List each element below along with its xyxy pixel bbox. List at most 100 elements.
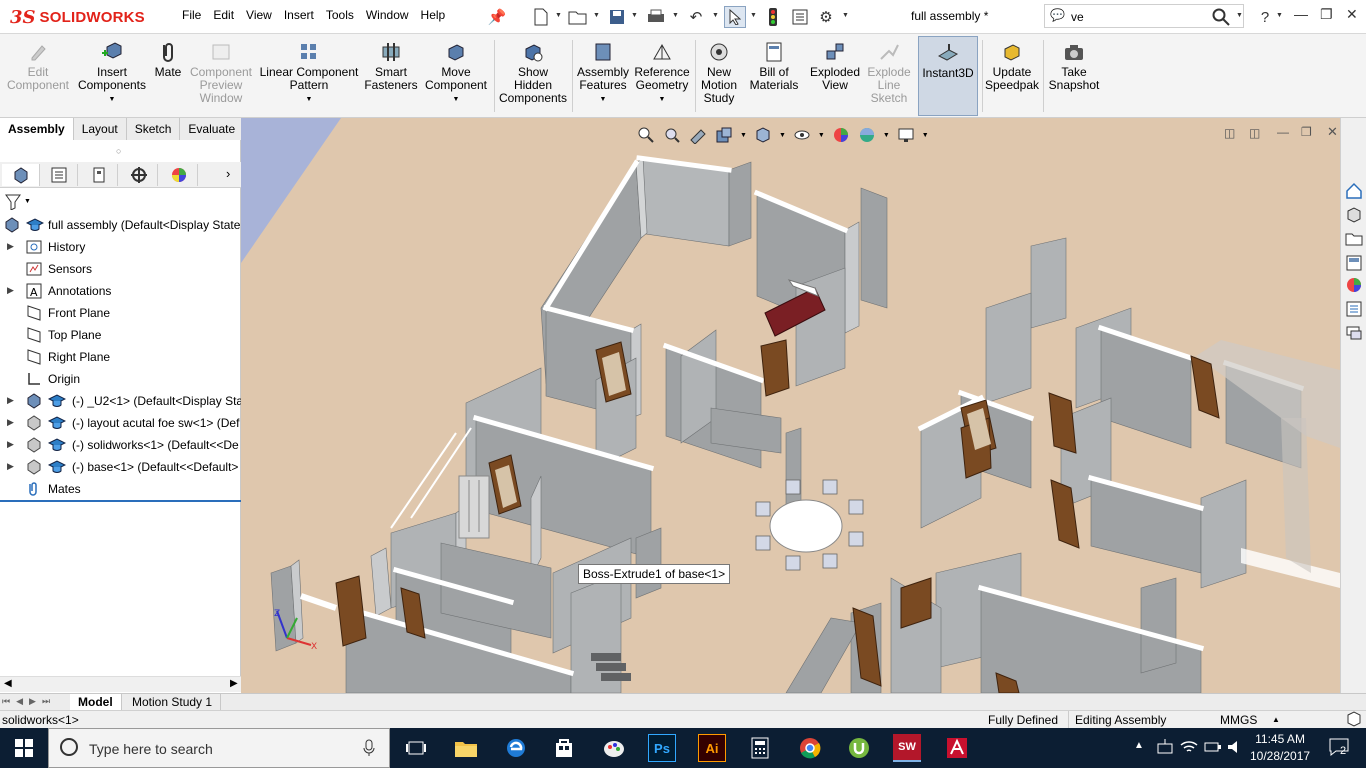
menu-help[interactable]: Help	[415, 8, 452, 22]
solidworks-resources-home-icon[interactable]	[1343, 180, 1365, 202]
tab-assembly[interactable]: Assembly	[0, 118, 74, 140]
chevron-right-icon[interactable]: ›	[226, 166, 230, 181]
edit-appearance-icon[interactable]	[831, 125, 851, 145]
view-settings-monitor-icon[interactable]	[896, 125, 916, 145]
next-tab-icon[interactable]: ▶	[29, 696, 36, 707]
chevron-down-icon[interactable]: ▼	[555, 12, 562, 19]
property-manager-tab[interactable]	[40, 164, 78, 186]
utorrent-icon[interactable]	[845, 734, 873, 762]
explode-line-sketch-button[interactable]: Explode Line Sketch	[864, 36, 914, 116]
chevron-down-icon[interactable]: ▼	[659, 93, 666, 106]
expand-arrow-icon[interactable]: ▶	[7, 241, 14, 252]
reference-geometry-button[interactable]: Reference Geometry ▼	[632, 36, 692, 116]
exploded-view-button[interactable]: Exploded View	[806, 36, 864, 116]
file-explorer-taskbar-icon[interactable]	[452, 734, 480, 762]
new-document-icon[interactable]	[530, 6, 552, 28]
chevron-down-icon[interactable]: ▼	[740, 132, 747, 139]
tree-filter[interactable]: ▼	[0, 190, 241, 212]
chevron-down-icon[interactable]: ▼	[593, 12, 600, 19]
tree-item-base[interactable]: ▶ (-) base<1> (Default<<Default>	[0, 456, 241, 478]
graphics-area[interactable]: X Z ▼ ▼ ▼ ▼ ▼ ◫ ◫ — ❐ ✕ Boss-Extrude1 of…	[241, 118, 1340, 693]
tree-rollback-bar[interactable]	[0, 500, 241, 502]
chevron-down-icon[interactable]: ▼	[306, 93, 313, 106]
component-preview-window-button[interactable]: Component Preview Window	[188, 36, 254, 116]
tree-item-sensors[interactable]: Sensors	[0, 258, 241, 280]
forum-chat-icon[interactable]	[1343, 322, 1365, 344]
file-properties-icon[interactable]	[789, 6, 811, 28]
show-hidden-components-button[interactable]: Show Hidden Components	[498, 36, 568, 116]
viewport-restore-icon[interactable]: ❐	[1301, 125, 1312, 139]
menu-window[interactable]: Window	[360, 8, 415, 22]
insert-components-button[interactable]: Insert Components ▼	[76, 36, 148, 116]
chevron-down-icon[interactable]: ▼	[842, 12, 849, 19]
update-speedpak-button[interactable]: Update Speedpak	[984, 36, 1040, 116]
chevron-down-icon[interactable]: ▼	[109, 93, 116, 106]
expand-arrow-icon[interactable]: ▶	[7, 285, 14, 296]
expand-arrow-icon[interactable]: ▶	[7, 461, 14, 472]
viewport-split-right-icon[interactable]: ◫	[1249, 126, 1260, 140]
battery-plug-icon[interactable]	[1204, 738, 1222, 759]
options-gear-icon[interactable]: ⚙	[815, 6, 837, 28]
chevron-up-icon[interactable]: ▲	[1272, 715, 1280, 724]
section-view-icon[interactable]	[714, 125, 734, 145]
chevron-down-icon[interactable]: ▼	[600, 93, 607, 106]
chevron-down-icon[interactable]: ▼	[631, 12, 638, 19]
chevron-down-icon[interactable]: ▼	[1236, 12, 1243, 19]
hide-show-items-icon[interactable]	[792, 125, 812, 145]
apply-scene-icon[interactable]	[857, 125, 877, 145]
bill-of-materials-button[interactable]: Bill of Materials	[746, 36, 802, 116]
wifi-icon[interactable]	[1180, 738, 1198, 759]
floor-plan-3d-model[interactable]: X Z	[241, 118, 1340, 693]
new-motion-study-button[interactable]: New Motion Study	[698, 36, 740, 116]
smart-fasteners-button[interactable]: Smart Fasteners	[362, 36, 420, 116]
pin-icon[interactable]: 📌	[486, 6, 508, 28]
chevron-down-icon[interactable]: ▼	[453, 93, 460, 106]
autocad-icon[interactable]	[943, 734, 971, 762]
expand-arrow-icon[interactable]: ▶	[7, 395, 14, 406]
expand-arrow-icon[interactable]: ▶	[7, 417, 14, 428]
tree-item-mates[interactable]: Mates	[0, 478, 241, 500]
view-orientation-icon[interactable]	[753, 125, 773, 145]
task-view-icon[interactable]	[402, 734, 430, 762]
design-library-icon[interactable]	[1343, 204, 1365, 226]
tree-item-annotations[interactable]: ▶ A Annotations	[0, 280, 241, 302]
solidworks-taskbar-icon[interactable]: SW	[893, 734, 921, 762]
first-tab-icon[interactable]: ⏮	[2, 696, 10, 707]
menu-edit[interactable]: Edit	[207, 8, 240, 22]
instant3d-button[interactable]: Instant3D	[918, 36, 978, 116]
help-icon[interactable]: ?	[1254, 6, 1276, 28]
tab-layout[interactable]: Layout	[74, 118, 127, 140]
search-icon[interactable]	[1210, 6, 1232, 28]
open-folder-icon[interactable]	[567, 6, 589, 28]
prev-tab-icon[interactable]: ◀	[16, 696, 23, 707]
view-palette-icon[interactable]	[1343, 252, 1365, 274]
photoshop-icon[interactable]: Ps	[648, 734, 676, 762]
chevron-down-icon[interactable]: ▼	[750, 12, 757, 19]
tab-motion-study-1[interactable]: Motion Study 1	[124, 694, 222, 711]
chevron-down-icon[interactable]: ▼	[779, 132, 786, 139]
expand-arrow-icon[interactable]: ▶	[7, 439, 14, 450]
tree-item-full-assembly[interactable]: full assembly (Default<Display State	[0, 214, 241, 236]
chevron-down-icon[interactable]: ▼	[883, 132, 890, 139]
linear-component-pattern-button[interactable]: Linear Component Pattern ▼	[258, 36, 360, 116]
action-center-icon[interactable]	[1328, 736, 1350, 761]
zoom-to-fit-icon[interactable]	[636, 125, 656, 145]
zoom-to-area-icon[interactable]	[662, 125, 682, 145]
move-component-button[interactable]: Move Component ▼	[422, 36, 490, 116]
illustrator-icon[interactable]: Ai	[698, 734, 726, 762]
scroll-right-icon[interactable]: ▶	[230, 678, 238, 689]
calculator-icon[interactable]	[746, 734, 774, 762]
splitter-handle-icon[interactable]: ○	[116, 146, 121, 156]
volume-icon[interactable]	[1226, 738, 1244, 759]
feature-manager-tab[interactable]	[2, 164, 40, 186]
tree-item-solidworks[interactable]: ▶ (-) solidworks<1> (Default<<De	[0, 434, 241, 456]
mate-button[interactable]: Mate	[150, 36, 186, 116]
chevron-down-icon[interactable]: ▼	[672, 12, 679, 19]
save-icon[interactable]	[606, 6, 628, 28]
custom-properties-icon[interactable]	[1343, 298, 1365, 320]
previous-view-icon[interactable]	[688, 125, 708, 145]
tree-item-history[interactable]: ▶ History	[0, 236, 241, 258]
horizontal-scrollbar[interactable]: ◀ ▶	[0, 676, 241, 692]
select-arrow-icon[interactable]	[724, 6, 746, 28]
taskbar-clock[interactable]: 11:45 AM 10/28/2017	[1250, 731, 1310, 765]
